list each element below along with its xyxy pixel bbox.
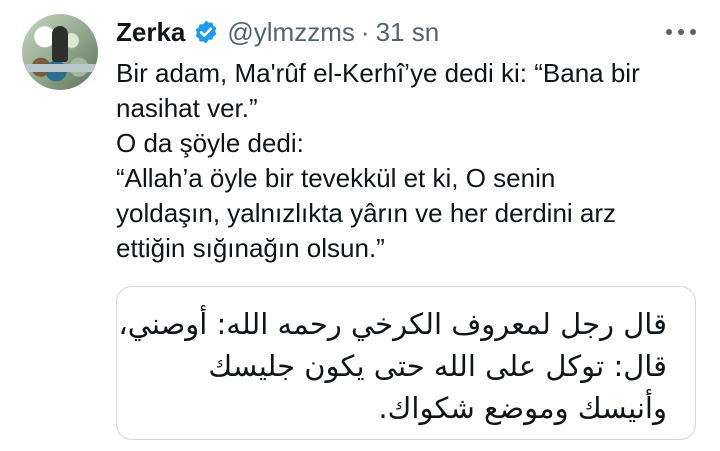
author-name[interactable]: Zerka bbox=[116, 17, 185, 48]
avatar-figure bbox=[52, 26, 68, 62]
avatar-detail bbox=[22, 64, 98, 72]
tweet-line: Bir adam, Ma'rûf el-Kerhî’ye dedi ki: “B… bbox=[116, 58, 640, 88]
tweet-line: “Allah’a öyle bir tevekkül et ki, O seni… bbox=[116, 163, 556, 193]
separator-dot: · bbox=[360, 16, 370, 47]
author-avatar[interactable] bbox=[22, 14, 98, 90]
more-dot-2 bbox=[678, 29, 684, 35]
quoted-line: وأنيسك وموضع شكواك. bbox=[378, 391, 667, 425]
tweet-line: O da şöyle dedi: bbox=[116, 128, 304, 158]
tweet-line: ettiğin sığınağın olsun.” bbox=[116, 233, 385, 263]
more-options-icon[interactable] bbox=[666, 22, 696, 42]
quoted-line: قال: توكل على الله حتى يكون جليسك bbox=[208, 349, 667, 383]
more-dot-3 bbox=[690, 29, 696, 35]
tweet-line: nasihat ver.” bbox=[116, 93, 258, 123]
more-dot-1 bbox=[666, 29, 672, 35]
quoted-line: قال رجل لمعروف الكرخي رحمه الله: أوصني، bbox=[118, 307, 667, 341]
tweet-header: Zerka @ylmzzms · 31 sn bbox=[116, 14, 439, 50]
verified-badge-icon bbox=[193, 19, 219, 45]
tweet-text: Bir adam, Ma'rûf el-Kerhî’ye dedi ki: “B… bbox=[116, 56, 696, 266]
author-handle[interactable]: @ylmzzms bbox=[227, 17, 355, 48]
timestamp[interactable]: 31 sn bbox=[376, 17, 440, 48]
tweet-line: yoldaşın, yalnızlıkta yârın ve her derdi… bbox=[116, 198, 617, 228]
quoted-text-card[interactable]: قال رجل لمعروف الكرخي رحمه الله: أوصني، … bbox=[116, 286, 696, 440]
